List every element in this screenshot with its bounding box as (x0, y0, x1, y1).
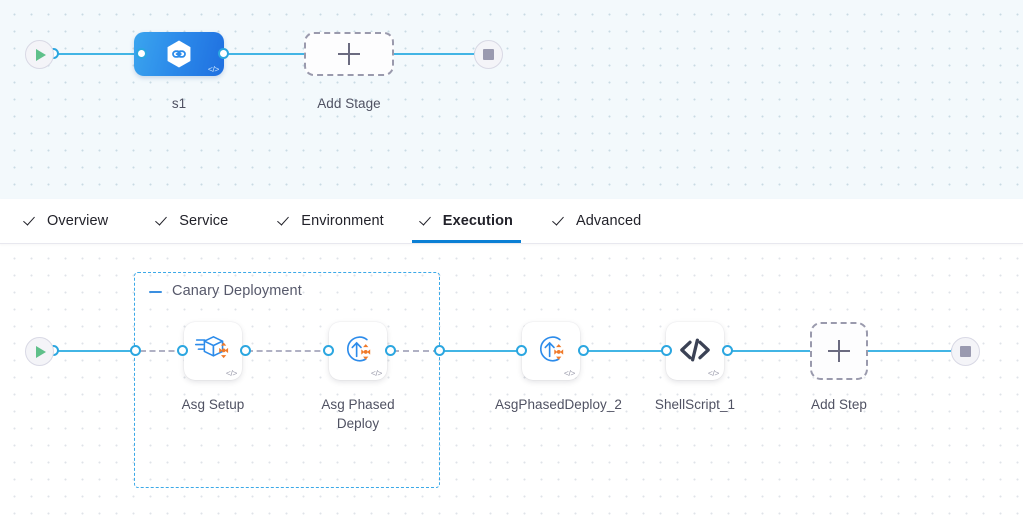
port-group-in (130, 345, 141, 356)
pipeline-studio: </> s1 Add Stage Overview Service Enviro… (0, 0, 1023, 521)
execution-canvas[interactable]: Canary Deployment </> Asg Setup </> Asg … (0, 243, 1023, 521)
add-step-label: Add Step (811, 397, 867, 412)
stop-icon (960, 346, 971, 357)
edge-add-stage-to-end (385, 53, 482, 55)
tab-environment[interactable]: Environment (278, 199, 384, 243)
plus-icon (828, 340, 850, 362)
add-stage-button[interactable] (304, 32, 394, 76)
tab-underline (411, 240, 521, 243)
asg-phased-deploy-icon (540, 336, 564, 362)
port-asgphaseddeploy2-in (516, 345, 527, 356)
stage-label-s1: s1 (171, 96, 187, 111)
tab-label: Overview (47, 213, 109, 229)
stage-canvas[interactable]: </> s1 Add Stage (0, 0, 1023, 199)
port-shellscript-out (722, 345, 733, 356)
stop-icon (483, 49, 494, 60)
edge-s1-to-add-stage (218, 53, 313, 55)
tab-label: Execution (442, 213, 513, 229)
stage-end-node[interactable] (474, 40, 503, 69)
step-node-shellscript-1[interactable]: </> (666, 322, 724, 380)
port-s1-in (136, 48, 147, 59)
stage-config-tabs: Overview Service Environment Execution A… (0, 199, 1023, 244)
port-asg-phased-deploy-in (323, 345, 334, 356)
play-icon (36, 345, 46, 358)
edge-add-step-to-end (868, 350, 960, 352)
step-code-badge: </> (563, 367, 575, 378)
add-step-button[interactable] (810, 322, 868, 380)
edge-shellscript-to-add-step (728, 350, 814, 352)
check-icon (156, 214, 170, 228)
step-group-canary-deployment[interactable]: Canary Deployment (134, 272, 440, 488)
tab-label: Service (179, 213, 229, 229)
step-label-shellscript-1: ShellScript_1 (654, 397, 736, 412)
tab-execution[interactable]: Execution (411, 199, 521, 243)
check-icon (553, 214, 567, 228)
add-stage-label: Add Stage (317, 96, 381, 111)
tab-advanced[interactable]: Advanced (553, 199, 641, 243)
check-icon (278, 214, 292, 228)
port-asgphaseddeploy2-out (578, 345, 589, 356)
step-code-badge: </> (225, 367, 237, 378)
plus-icon (338, 43, 360, 65)
edge-asgphaseddeploy2-to-shellscript (584, 350, 668, 352)
asg-setup-icon (194, 335, 229, 359)
step-node-asg-setup[interactable]: </> (184, 322, 242, 380)
edge-start-to-group (50, 350, 140, 352)
check-icon (420, 214, 434, 228)
port-group-out (434, 345, 445, 356)
port-asg-setup-in (177, 345, 188, 356)
step-group-title: Canary Deployment (172, 283, 302, 299)
step-code-badge: </> (370, 367, 382, 378)
port-asg-setup-out (240, 345, 251, 356)
edge-start-to-s1 (50, 53, 142, 55)
stage-node-s1[interactable]: </> (134, 32, 224, 76)
port-asg-phased-deploy-out (385, 345, 396, 356)
asg-phased-deploy-icon (347, 336, 371, 362)
step-node-asgphaseddeploy-2[interactable]: </> (522, 322, 580, 380)
play-icon (36, 48, 46, 61)
tab-overview[interactable]: Overview (24, 199, 108, 243)
execution-start-node[interactable] (25, 337, 54, 366)
hexagon-infinity-icon (167, 40, 191, 68)
tab-label: Environment (301, 213, 384, 229)
port-s1-out (218, 48, 229, 59)
step-node-asg-phased-deploy[interactable]: </> (329, 322, 387, 380)
port-shellscript-in (661, 345, 672, 356)
shell-script-code-icon (680, 338, 710, 362)
step-group-header: Canary Deployment (148, 283, 302, 299)
check-icon (24, 214, 38, 228)
execution-end-node[interactable] (951, 337, 980, 366)
minus-icon[interactable] (148, 284, 163, 299)
edge-group-to-asgphaseddeploy2 (438, 350, 522, 352)
tab-label: Advanced (576, 213, 642, 229)
tab-service[interactable]: Service (156, 199, 228, 243)
step-label-asgphaseddeploy-2: AsgPhasedDeploy_2 (495, 397, 622, 412)
stage-code-badge: </> (207, 63, 219, 74)
step-code-badge: </> (707, 367, 719, 378)
stage-start-node[interactable] (25, 40, 54, 69)
